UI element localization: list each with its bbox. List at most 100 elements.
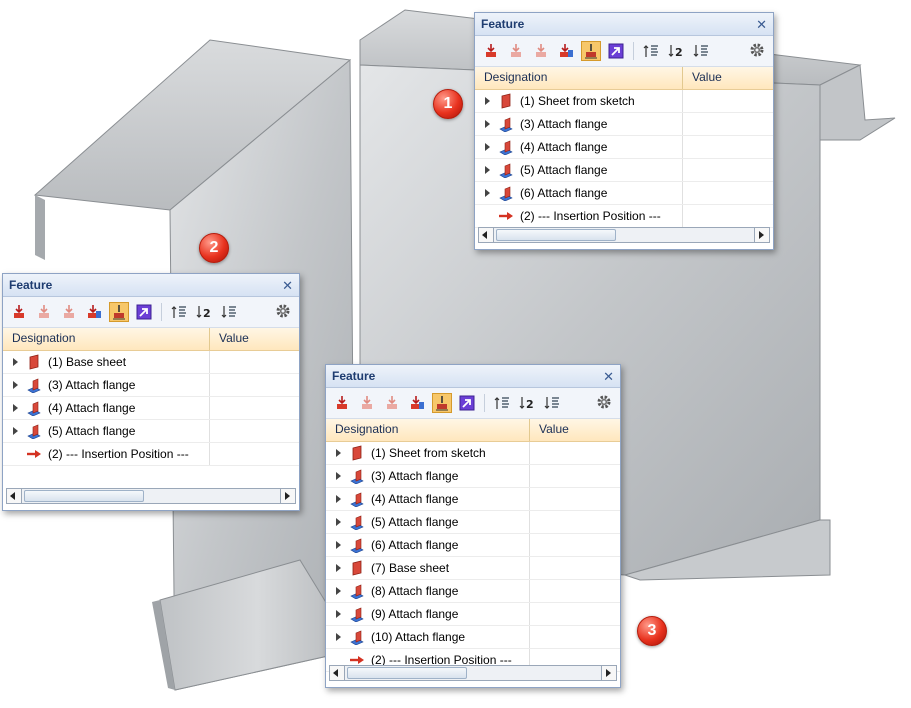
scroll-thumb[interactable] [24, 490, 144, 502]
jump-icon[interactable] [134, 302, 154, 322]
tree-row[interactable]: (5) Attach flange [3, 420, 299, 443]
sort-down-icon[interactable] [219, 302, 239, 322]
scroll-thumb[interactable] [347, 667, 467, 679]
close-icon[interactable]: ✕ [756, 18, 767, 31]
column-header-designation[interactable]: Designation [3, 328, 210, 350]
expand-triangle-icon[interactable] [336, 587, 341, 595]
scroll-left-button[interactable] [7, 489, 22, 503]
column-header-value[interactable]: Value [683, 67, 722, 89]
insertion-mode-icon[interactable] [581, 41, 601, 61]
tree-row[interactable]: (5) Attach flange [475, 159, 773, 182]
horizontal-scrollbar[interactable] [6, 488, 296, 504]
panel-title: Feature [9, 278, 53, 292]
expand-triangle-icon[interactable] [336, 495, 341, 503]
tree-row[interactable]: (1) Sheet from sketch [475, 90, 773, 113]
expand-triangle-icon[interactable] [485, 97, 490, 105]
edit-feature-icon[interactable] [556, 41, 576, 61]
expand-triangle-icon[interactable] [13, 381, 18, 389]
edit-feature-icon[interactable] [407, 393, 427, 413]
sort-up-icon[interactable] [492, 393, 512, 413]
sort-up-icon[interactable] [641, 41, 661, 61]
add-feature-icon[interactable] [332, 393, 352, 413]
tree-row[interactable]: (5) Attach flange [326, 511, 620, 534]
flange-icon [498, 116, 514, 133]
column-header-designation[interactable]: Designation [475, 67, 683, 89]
horizontal-scrollbar[interactable] [478, 227, 770, 243]
tree-row[interactable]: (2) --- Insertion Position --- [475, 205, 773, 228]
settings-gear-icon[interactable] [275, 303, 291, 322]
panel-titlebar[interactable]: Feature ✕ [326, 365, 620, 388]
scroll-left-button[interactable] [330, 666, 345, 680]
sort-up-icon[interactable] [169, 302, 189, 322]
close-icon[interactable]: ✕ [282, 279, 293, 292]
expand-triangle-icon[interactable] [13, 358, 18, 366]
expand-triangle-icon[interactable] [336, 449, 341, 457]
expand-triangle-icon[interactable] [485, 166, 490, 174]
expand-triangle-icon[interactable] [336, 472, 341, 480]
feature-label: (3) Attach flange [48, 378, 136, 392]
expand-triangle-icon[interactable] [336, 633, 341, 641]
close-icon[interactable]: ✕ [603, 370, 614, 383]
sort-down-icon[interactable] [691, 41, 711, 61]
tree-row[interactable]: (6) Attach flange [326, 534, 620, 557]
sort-number-icon[interactable]: 2 [666, 41, 686, 61]
edit-feature-icon[interactable] [84, 302, 104, 322]
tree-row[interactable]: (4) Attach flange [3, 397, 299, 420]
tree-row[interactable]: (4) Attach flange [326, 488, 620, 511]
feature-label: (4) Attach flange [48, 401, 136, 415]
scroll-right-button[interactable] [280, 489, 295, 503]
feature-label: (5) Attach flange [48, 424, 136, 438]
tree-row[interactable]: (8) Attach flange [326, 580, 620, 603]
expand-triangle-icon[interactable] [336, 518, 341, 526]
insertion-mode-icon[interactable] [432, 393, 452, 413]
panel-titlebar[interactable]: Feature ✕ [475, 13, 773, 36]
scroll-right-button[interactable] [754, 228, 769, 242]
sort-number-icon[interactable]: 2 [517, 393, 537, 413]
add-feature-icon[interactable] [481, 41, 501, 61]
horizontal-scrollbar[interactable] [329, 665, 617, 681]
toolbar-separator [161, 303, 162, 321]
feature-label: (1) Sheet from sketch [520, 94, 635, 108]
tree-row[interactable]: (10) Attach flange [326, 626, 620, 649]
jump-icon[interactable] [457, 393, 477, 413]
add-feature-icon[interactable] [9, 302, 29, 322]
sort-number-icon[interactable]: 2 [194, 302, 214, 322]
tree-row[interactable]: (1) Sheet from sketch [326, 442, 620, 465]
expand-triangle-icon[interactable] [485, 189, 490, 197]
column-header-value[interactable]: Value [530, 419, 569, 441]
expand-triangle-icon[interactable] [485, 120, 490, 128]
add-feature-disabled-icon[interactable] [357, 393, 377, 413]
insertion-mode-icon[interactable] [109, 302, 129, 322]
expand-triangle-icon[interactable] [336, 610, 341, 618]
scroll-left-button[interactable] [479, 228, 494, 242]
panel-titlebar[interactable]: Feature ✕ [3, 274, 299, 297]
scroll-thumb[interactable] [496, 229, 616, 241]
settings-gear-icon[interactable] [749, 42, 765, 61]
add-feature-disabled-icon[interactable] [531, 41, 551, 61]
tree-row[interactable]: (4) Attach flange [475, 136, 773, 159]
add-feature-disabled-icon[interactable] [382, 393, 402, 413]
tree-row[interactable]: (3) Attach flange [326, 465, 620, 488]
expand-triangle-icon[interactable] [336, 564, 341, 572]
expand-triangle-icon[interactable] [13, 427, 18, 435]
scroll-right-button[interactable] [601, 666, 616, 680]
tree-row[interactable]: (9) Attach flange [326, 603, 620, 626]
tree-row[interactable]: (6) Attach flange [475, 182, 773, 205]
add-feature-disabled-icon[interactable] [34, 302, 54, 322]
column-header-designation[interactable]: Designation [326, 419, 530, 441]
settings-gear-icon[interactable] [596, 394, 612, 413]
sort-down-icon[interactable] [542, 393, 562, 413]
tree-row[interactable]: (2) --- Insertion Position --- [3, 443, 299, 466]
add-feature-disabled-icon[interactable] [59, 302, 79, 322]
column-header-value[interactable]: Value [210, 328, 249, 350]
expand-triangle-icon[interactable] [485, 143, 490, 151]
tree-row[interactable]: (3) Attach flange [3, 374, 299, 397]
expand-triangle-icon[interactable] [336, 541, 341, 549]
tree-row[interactable]: (7) Base sheet [326, 557, 620, 580]
jump-icon[interactable] [606, 41, 626, 61]
tree-row[interactable]: (1) Base sheet [3, 351, 299, 374]
tree-row[interactable]: (3) Attach flange [475, 113, 773, 136]
feature-label: (6) Attach flange [371, 538, 459, 552]
add-feature-disabled-icon[interactable] [506, 41, 526, 61]
expand-triangle-icon[interactable] [13, 404, 18, 412]
